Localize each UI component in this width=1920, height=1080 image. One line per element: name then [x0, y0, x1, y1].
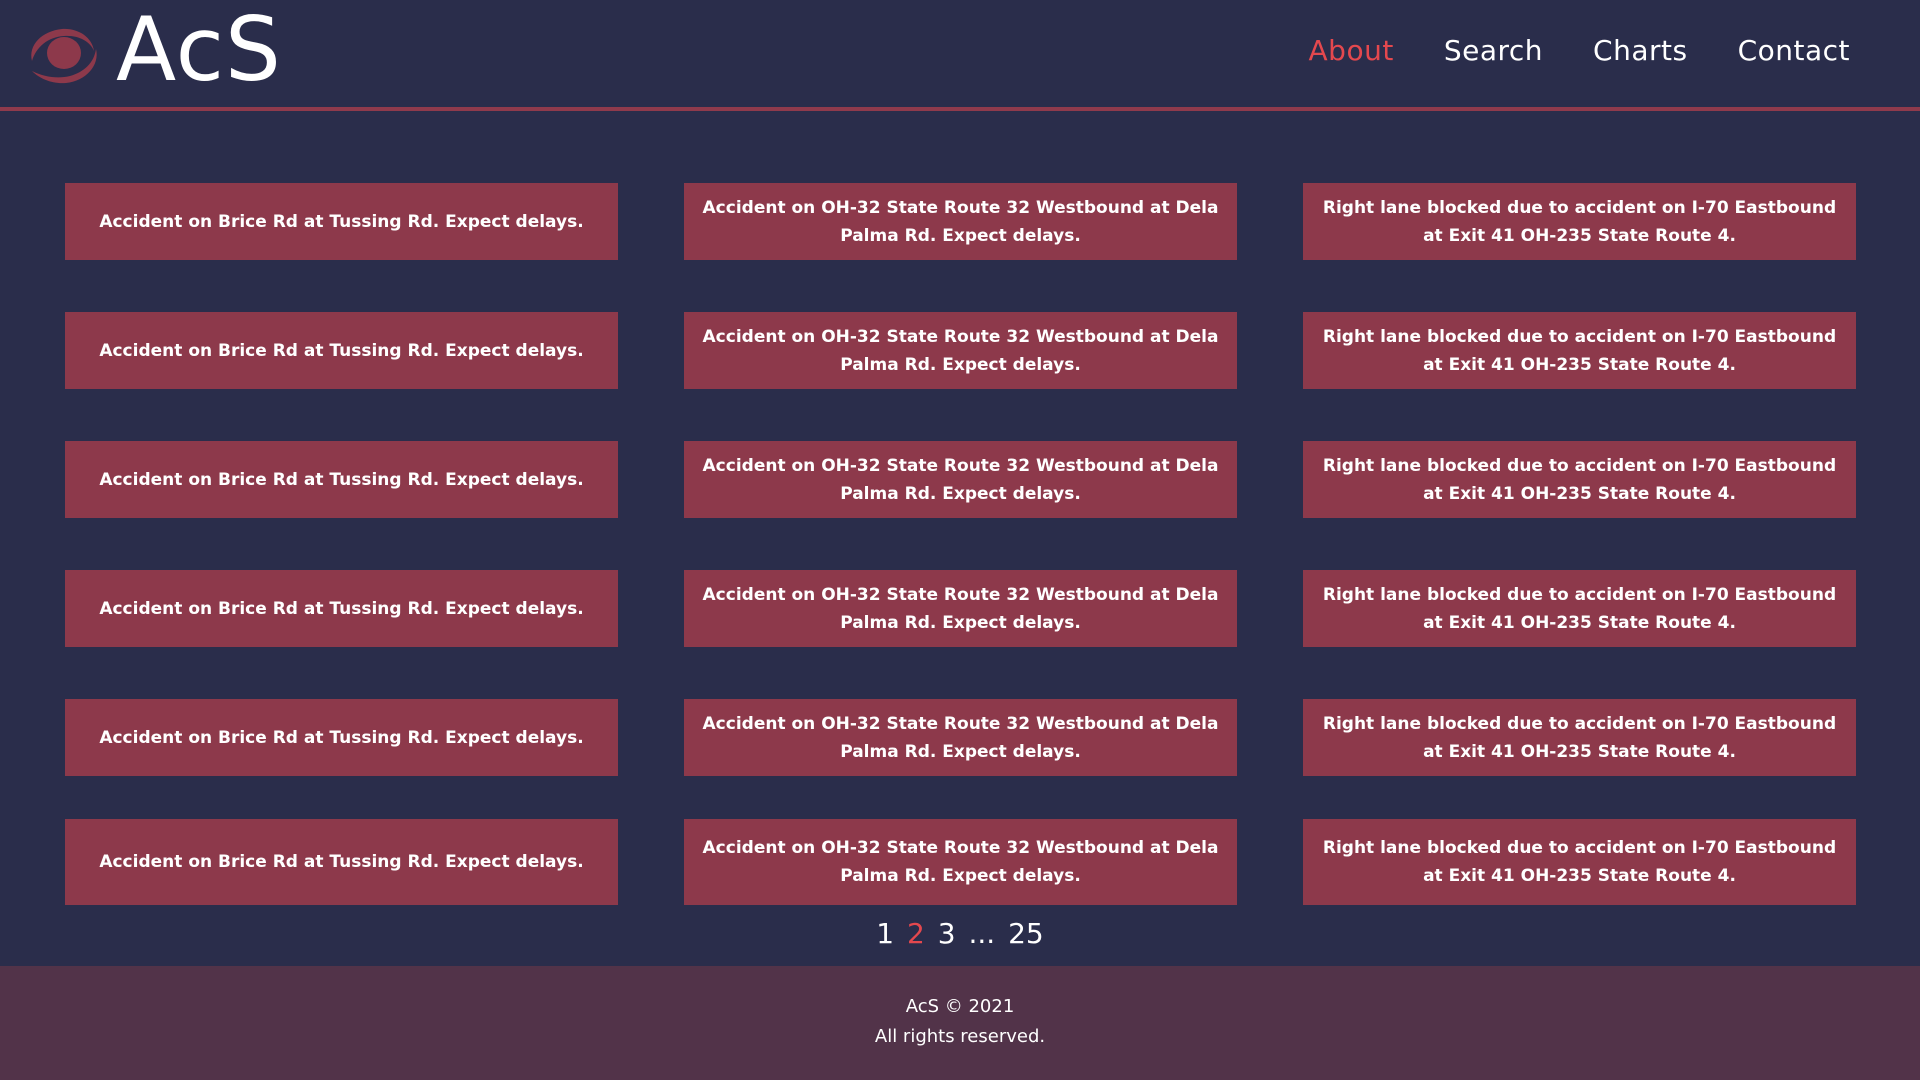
accident-card[interactable]: Right lane blocked due to accident on I-…: [1303, 441, 1856, 518]
footer-rights: All rights reserved.: [874, 1026, 1046, 1047]
accident-card[interactable]: Accident on OH-32 State Route 32 Westbou…: [684, 570, 1237, 647]
nav-charts[interactable]: Charts: [1593, 34, 1688, 67]
accident-card[interactable]: Right lane blocked due to accident on I-…: [1303, 183, 1856, 260]
page-link-25[interactable]: 25: [1008, 917, 1044, 950]
nav-about[interactable]: About: [1309, 34, 1394, 67]
accident-card[interactable]: Accident on Brice Rd at Tussing Rd. Expe…: [65, 441, 618, 518]
page-link-1[interactable]: 1: [876, 917, 894, 950]
accident-card[interactable]: Accident on OH-32 State Route 32 Westbou…: [684, 312, 1237, 389]
pagination: 1 2 3 ... 25: [0, 916, 1920, 952]
page-ellipsis: ...: [968, 917, 996, 950]
brand-name: AcS: [116, 0, 282, 101]
site-footer: AcS © 2021 All rights reserved.: [0, 966, 1920, 1080]
accident-card[interactable]: Accident on OH-32 State Route 32 Westbou…: [684, 699, 1237, 776]
accident-card[interactable]: Accident on OH-32 State Route 32 Westbou…: [684, 183, 1237, 260]
accident-card[interactable]: Accident on Brice Rd at Tussing Rd. Expe…: [65, 819, 618, 905]
footer-copyright: AcS © 2021: [905, 996, 1015, 1017]
page-link-2-current[interactable]: 2: [907, 917, 925, 950]
page-link-3[interactable]: 3: [938, 917, 956, 950]
accident-card[interactable]: Accident on Brice Rd at Tussing Rd. Expe…: [65, 699, 618, 776]
site-header: AcS About Search Charts Contact: [0, 0, 1920, 111]
page: AcS About Search Charts Contact Accident…: [0, 0, 1920, 1080]
main-nav: About Search Charts Contact: [1309, 34, 1850, 67]
accident-card[interactable]: Accident on Brice Rd at Tussing Rd. Expe…: [65, 312, 618, 389]
accident-card-grid: Accident on Brice Rd at Tussing Rd. Expe…: [65, 183, 1856, 905]
eye-swirl-icon: [31, 28, 97, 84]
accident-card[interactable]: Right lane blocked due to accident on I-…: [1303, 699, 1856, 776]
home-logo-link[interactable]: AcS: [24, 6, 282, 94]
accident-card[interactable]: Accident on OH-32 State Route 32 Westbou…: [684, 819, 1237, 905]
accident-card[interactable]: Accident on Brice Rd at Tussing Rd. Expe…: [65, 570, 618, 647]
accident-card[interactable]: Right lane blocked due to accident on I-…: [1303, 312, 1856, 389]
nav-search[interactable]: Search: [1444, 34, 1543, 67]
accident-card[interactable]: Accident on OH-32 State Route 32 Westbou…: [684, 441, 1237, 518]
accident-card[interactable]: Accident on Brice Rd at Tussing Rd. Expe…: [65, 183, 618, 260]
nav-contact[interactable]: Contact: [1738, 34, 1850, 67]
accident-card[interactable]: Right lane blocked due to accident on I-…: [1303, 570, 1856, 647]
accident-card[interactable]: Right lane blocked due to accident on I-…: [1303, 819, 1856, 905]
